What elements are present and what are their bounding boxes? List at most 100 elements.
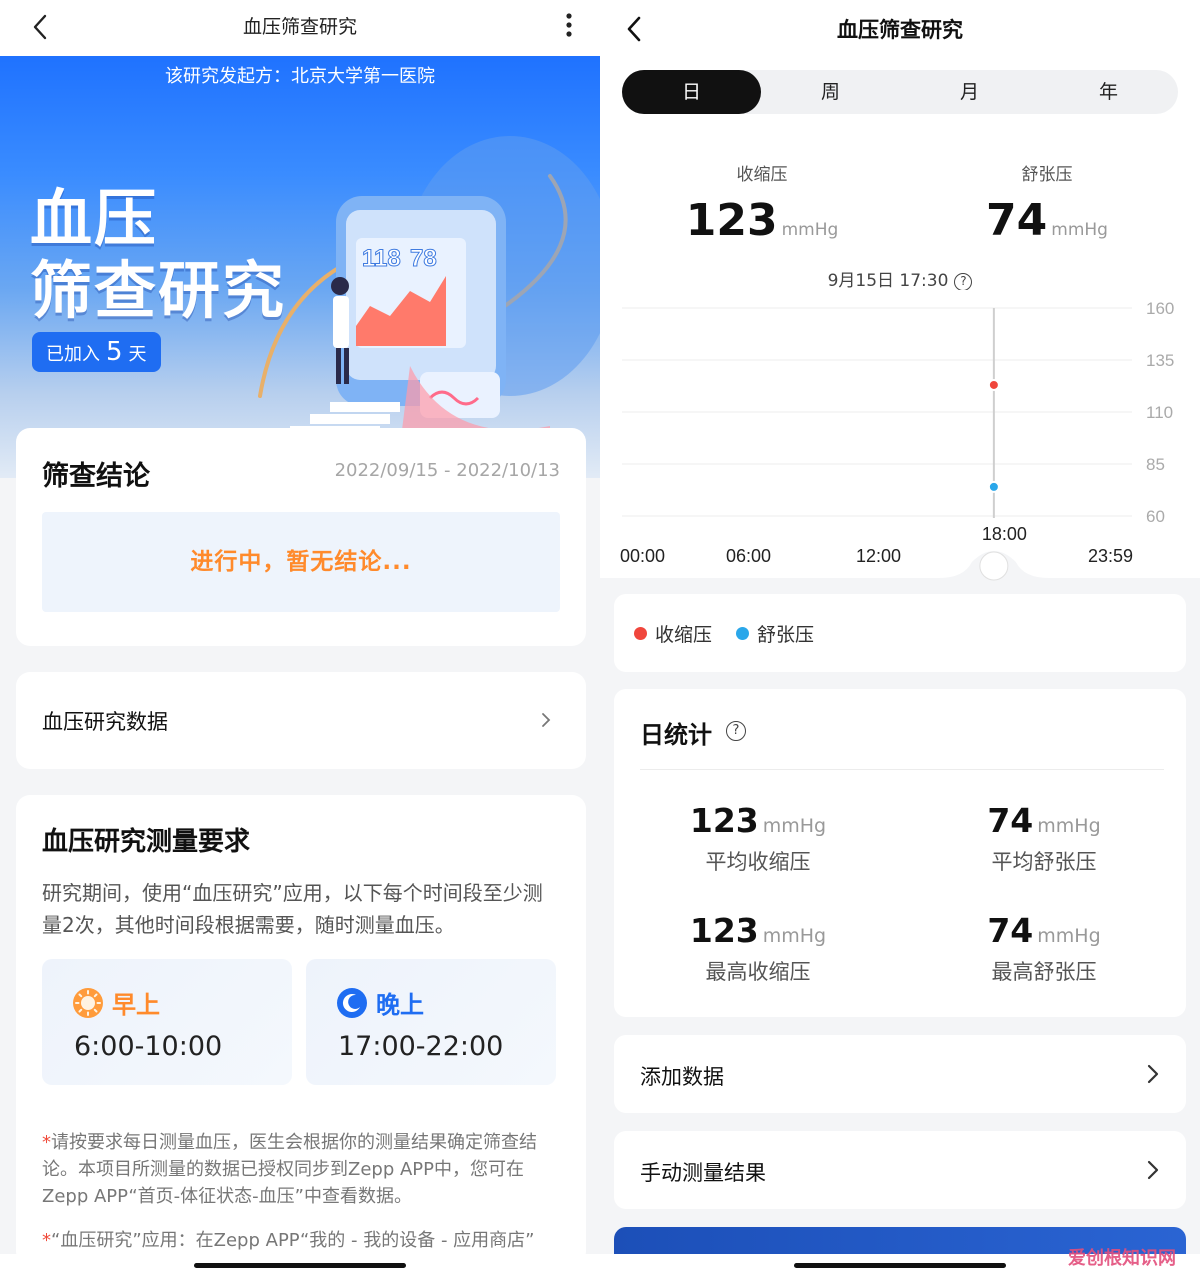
stat-label: 最高舒张压: [991, 960, 1097, 984]
reading-timestamp: 9月15日 17:30?: [600, 266, 1200, 291]
stat-value: 123: [689, 801, 759, 840]
stat-value: 74: [987, 801, 1034, 840]
y-tick-label: 135: [1146, 351, 1174, 370]
help-icon[interactable]: ?: [954, 273, 973, 291]
systolic-label: 收缩压: [736, 165, 788, 185]
evening-time: 17:00-22:00: [338, 1031, 504, 1062]
note-text: 请按要求每日测量血压，医生会根据你的测量结果确定筛查结论。本项目所测量的数据已授…: [42, 1132, 537, 1207]
sun-icon: [73, 988, 103, 1018]
tab-day[interactable]: 日: [622, 70, 761, 114]
stat-unit: mmHg: [1037, 925, 1101, 947]
period-tabs: 日 周 月 年: [622, 70, 1178, 114]
y-tick-label: 85: [1146, 455, 1165, 474]
app-note-text: “血压研究”应用：在Zepp APP“我的 - 我的设备 - 应用商店”: [51, 1230, 535, 1251]
systolic-reading: 收缩压 123 mmHg: [612, 160, 912, 246]
watermark-text: 爱创根知识网: [1068, 1248, 1176, 1269]
screening-result-card: 筛查结论 2022/09/15 - 2022/10/13 进行中，暂无结论...: [16, 428, 586, 646]
sponsor-text: 该研究发起方：北京大学第一医院: [165, 66, 435, 87]
app-note: *“血压研究”应用：在Zepp APP“我的 - 我的设备 - 应用商店”: [42, 1227, 566, 1254]
evening-label: 晚上: [376, 991, 424, 1019]
page-title: 血压筛查研究: [837, 18, 963, 42]
page-title: 血压筛查研究: [242, 16, 357, 38]
add-data-row[interactable]: 添加数据: [614, 1035, 1186, 1113]
help-icon[interactable]: ?: [726, 721, 746, 741]
illus-sys-value: 118: [362, 245, 401, 272]
timestamp-text: 9月15日 17:30: [827, 271, 949, 291]
legend-diastolic-dot: [736, 627, 749, 640]
diastolic-reading: 舒张压 74 mmHg: [897, 160, 1197, 246]
morning-time-slot: 早上 6:00-10:00: [42, 959, 292, 1085]
stat-label: 平均收缩压: [705, 850, 811, 874]
evening-time-slot: 晚上 17:00-22:00: [306, 959, 556, 1085]
manual-results-row[interactable]: 手动测量结果: [614, 1131, 1186, 1209]
morning-label: 早上: [112, 991, 160, 1019]
stat-label: 平均舒张压: [991, 850, 1097, 874]
divider: [640, 769, 1164, 770]
note-asterisk: *: [42, 1132, 51, 1153]
stat-unit: mmHg: [762, 815, 827, 837]
stat-value: 123: [689, 911, 759, 950]
legend-diastolic: 舒张压: [736, 620, 814, 647]
diastolic-value: 74: [986, 195, 1048, 246]
research-data-label: 血压研究数据: [42, 710, 168, 734]
chevron-right-icon: [1147, 1064, 1159, 1084]
joined-prefix: 已加入: [46, 344, 100, 365]
app-note-asterisk: *: [42, 1230, 51, 1251]
x-tick-label: 06:00: [726, 546, 771, 566]
stat-max-diastolic: 74 mmHg 最高舒张压: [924, 911, 1164, 986]
left-screen: 血压筛查研究 该研究发起方：北京大学第一医院 血压 筛查研究 已加入 5 天 118…: [0, 0, 600, 1278]
hero-title-line2: 筛查研究: [30, 254, 287, 327]
tab-year[interactable]: 年: [1039, 70, 1178, 114]
y-tick-label: 60: [1146, 507, 1165, 526]
systolic-unit: mmHg: [781, 220, 839, 240]
add-data-label: 添加数据: [640, 1065, 724, 1089]
more-options-icon[interactable]: [564, 12, 574, 38]
bp-day-chart[interactable]: 160 135 110 85 60 00:00 06:00 12:00 23:59 18:00: [600, 290, 1200, 590]
x-tick-label: 00:00: [620, 546, 665, 566]
watch-illustration: 118 78: [258, 136, 600, 446]
systolic-value: 123: [685, 195, 778, 246]
y-tick-label: 160: [1146, 299, 1174, 318]
data-point: [987, 378, 1000, 391]
y-tick-label: 110: [1146, 403, 1173, 422]
stat-max-systolic: 123 mmHg 最高收缩压: [638, 911, 878, 986]
legend-systolic: 收缩压: [634, 620, 712, 647]
legend-systolic-dot: [634, 627, 647, 640]
chart-legend: 收缩压 舒张压: [614, 594, 1186, 672]
legend-diastolic-label: 舒张压: [757, 624, 815, 646]
x-tick-label: 23:59: [1088, 546, 1133, 566]
tab-month[interactable]: 月: [900, 70, 1039, 114]
chart-background: [600, 290, 1200, 578]
chevron-right-icon: [1147, 1160, 1159, 1180]
result-status: 进行中，暂无结论...: [42, 512, 560, 612]
research-data-row[interactable]: 血压研究数据: [16, 672, 586, 769]
joined-days: 5: [106, 337, 123, 367]
hero-banner: 该研究发起方：北京大学第一医院 血压 筛查研究 已加入 5 天 118 78: [0, 56, 600, 478]
moon-icon: [337, 988, 367, 1018]
stat-avg-systolic: 123 mmHg 平均收缩压: [638, 801, 878, 876]
data-point: [987, 480, 1000, 493]
daily-stats-card: 日统计 ? 123 mmHg 平均收缩压 74 mmHg 平均舒张压 123 mmHg…: [614, 689, 1186, 1017]
measurement-note: *请按要求每日测量血压，医生会根据你的测量结果确定筛查结论。本项目所测量的数据已…: [42, 1129, 566, 1210]
joined-days-badge: 已加入 5 天: [32, 332, 161, 372]
tab-week[interactable]: 周: [761, 70, 900, 114]
diastolic-label: 舒张压: [1021, 165, 1073, 185]
stat-label: 最高收缩压: [705, 960, 811, 984]
joined-suffix: 天: [128, 344, 147, 365]
stat-unit: mmHg: [762, 925, 827, 947]
chevron-right-icon: [542, 713, 551, 727]
home-indicator[interactable]: [794, 1263, 1006, 1268]
selected-x-tick-label: 18:00: [982, 524, 1027, 544]
result-card-title: 筛查结论: [42, 461, 150, 492]
x-tick-label: 12:00: [856, 546, 901, 566]
top-bar: 血压筛查研究: [0, 0, 600, 56]
home-indicator[interactable]: [194, 1263, 406, 1268]
morning-time: 6:00-10:00: [74, 1031, 223, 1062]
right-screen: 血压筛查研究 日 周 月 年 收缩压 123 mmHg 舒张压 74 mmHg 9月…: [600, 0, 1200, 1278]
requirements-title: 血压研究测量要求: [42, 827, 251, 857]
diastolic-unit: mmHg: [1051, 220, 1108, 240]
stat-unit: mmHg: [1037, 815, 1101, 837]
legend-systolic-label: 收缩压: [655, 624, 713, 646]
measurement-requirements-card: 血压研究测量要求 研究期间，使用“血压研究”应用，以下每个时间段至少测量2次，其…: [16, 795, 586, 1265]
illus-dia-value: 78: [410, 245, 437, 272]
